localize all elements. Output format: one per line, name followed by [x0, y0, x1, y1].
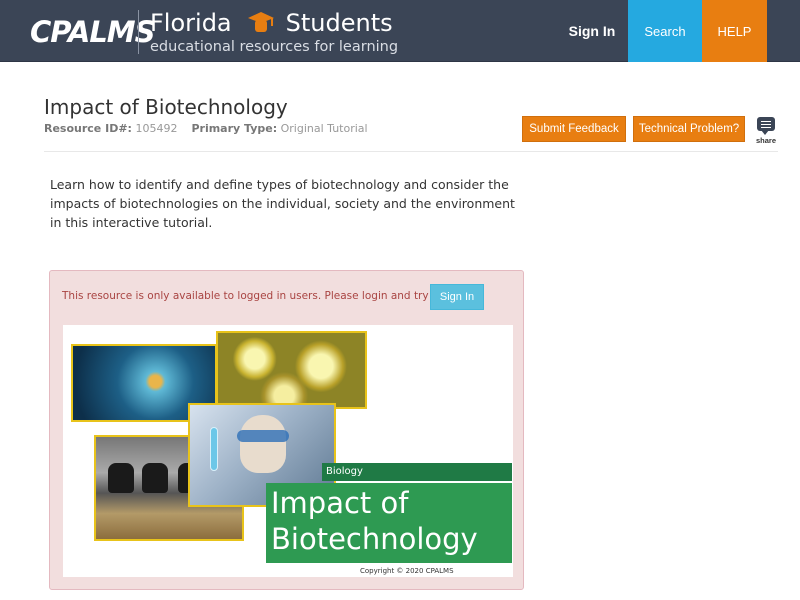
nav-sign-in-link[interactable]: Sign In [556, 0, 628, 62]
login-required-alert: This resource is only available to logge… [49, 270, 524, 590]
cpalms-logo[interactable]: CPALMS [30, 14, 156, 50]
tutorial-title-line2: Biotechnology [271, 522, 478, 556]
share-icon [757, 117, 775, 135]
page-title: Impact of Biotechnology [44, 95, 288, 119]
subject-label: Biology [322, 463, 512, 481]
brand-block[interactable]: Florida Students educational resources f… [150, 9, 398, 55]
tutorial-preview-image: Biology Impact of Biotechnology Copyrigh… [63, 325, 513, 577]
divider [44, 151, 778, 152]
brand-tagline: educational resources for learning [150, 39, 399, 55]
copyright-text: Copyright © 2020 CPALMS [360, 567, 454, 575]
tutorial-title-card: Impact of Biotechnology [266, 483, 512, 563]
top-navigation-bar: CPALMS Florida Students educational reso… [0, 0, 800, 62]
primary-type-value: Original Tutorial [280, 122, 368, 135]
alert-sign-in-button[interactable]: Sign In [430, 284, 484, 310]
resource-description: Learn how to identify and define types o… [50, 177, 515, 230]
primary-type-label: Primary Type: [191, 122, 278, 135]
nav-help-button[interactable]: HELP [702, 0, 767, 62]
resource-meta: Resource ID#: 105492 Primary Type: Origi… [44, 122, 368, 135]
student-icon [246, 10, 276, 36]
share-label: share [755, 136, 776, 145]
submit-feedback-button[interactable]: Submit Feedback [522, 116, 626, 142]
resource-id-value: 105492 [135, 122, 178, 135]
brand-state: Florida [150, 9, 232, 37]
technical-problem-button[interactable]: Technical Problem? [633, 116, 745, 142]
tutorial-title-line1: Impact of [271, 486, 409, 520]
nav-search-button[interactable]: Search [628, 0, 702, 62]
resource-id-label: Resource ID#: [44, 122, 132, 135]
brand-divider [138, 10, 139, 54]
brand-audience: Students [285, 9, 393, 37]
photo-petri-dishes [216, 331, 367, 409]
alert-message: This resource is only available to logge… [62, 290, 465, 302]
share-button[interactable]: share [755, 117, 777, 145]
